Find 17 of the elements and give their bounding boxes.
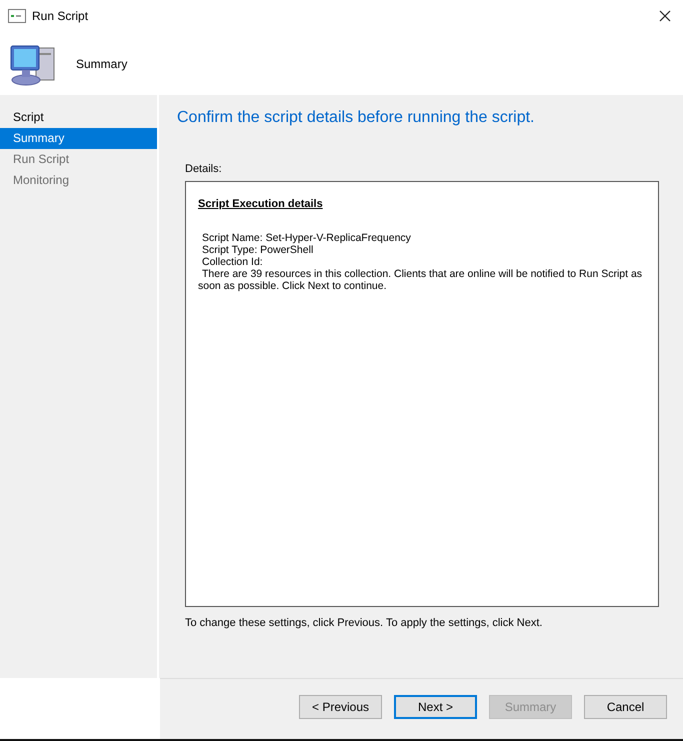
- detail-line: Script Name: Set-Hyper-V-ReplicaFrequency: [201, 232, 412, 244]
- settings-hint: To change these settings, click Previous. To apply the settings, click Next.: [185, 617, 544, 629]
- sidebar-item[interactable]: Script: [0, 107, 157, 128]
- page-title: Summary: [76, 56, 128, 70]
- detail-line: Collection Id:: [201, 256, 264, 268]
- wizard-button[interactable]: Cancel: [584, 695, 667, 719]
- detail-line: Script Type: PowerShell: [201, 244, 314, 256]
- wizard-button[interactable]: Next >: [394, 695, 477, 719]
- wizard-button[interactable]: < Previous: [299, 695, 382, 719]
- content-heading: Confirm the script details before running the script.: [177, 109, 536, 127]
- detail-message: There are 39 resources in this collection. Clients that are online will be notified to Run Script as soon as possible. Click Next to continue.: [198, 268, 644, 292]
- details-title: Script Execution details: [198, 198, 323, 210]
- window-title: Run Script: [32, 9, 88, 23]
- sidebar-item[interactable]: Summary: [0, 128, 157, 149]
- app-icon: [8, 9, 26, 23]
- close-icon[interactable]: [659, 10, 671, 22]
- details-label: Details:: [185, 163, 223, 175]
